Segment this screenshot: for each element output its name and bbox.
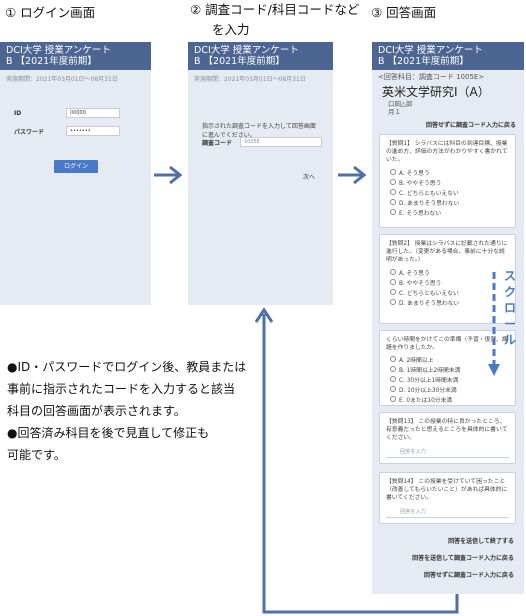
next-button[interactable]: 次へ [303,172,315,181]
radio-icon[interactable] [390,179,396,185]
id-row: ID 00000 [14,108,120,118]
radio-icon[interactable] [390,189,396,195]
scroll-down-arrow-icon [488,272,500,376]
note-1-line1: ●ID・パスワードでログイン後、教員または [7,360,247,374]
radio-icon[interactable] [390,269,396,275]
scroll-label: スクロール [503,269,516,347]
survey-period: 実施期間：2021年03月01日～08月31日 [6,76,118,83]
note-2-line2: 可能です。 [7,448,66,462]
code-row: 調査コード 1005E [202,137,322,147]
note-1-line2: 事前に指示されたコードを入力すると該当 [7,382,236,396]
question-text: 【質問1】 シラバスには科目の到達目標、授業の進め方、評価の方法がわかりやすく書… [386,141,508,163]
id-label: ID [14,109,22,117]
radio-icon[interactable] [390,169,396,175]
step-2-label: ② 調査コード/科目コードなど を入力 [190,0,359,40]
survey-period: 実施期間：2021年03月01日～08月31日 [194,76,306,83]
class-period: 月１ [388,108,401,116]
login-screen: DCI大学 授業アンケート B 【2021年度前期】 実施期間：2021年03月… [0,42,151,305]
option-c[interactable]: C. どちらともいえない [390,187,509,197]
password-label: パスワード [14,128,45,136]
radio-icon[interactable] [390,209,396,215]
app-title: DCI大学 授業アンケート [378,45,483,56]
code-input[interactable]: 1005E [240,137,322,147]
radio-icon[interactable] [390,279,396,285]
app-term: B 【2021年度前期】 [378,56,469,67]
code-entry-screen: DCI大学 授業アンケート B 【2021年度前期】 実施期間：2021年03月… [188,42,333,305]
option-b[interactable]: B. ややそう思う [390,177,509,187]
radio-icon[interactable] [390,199,396,205]
note-2-line1: ●回答済み科目を後で見直して修正も [7,426,210,440]
teacher-name: 口岡△郎 [388,100,413,108]
app-header: DCI大学 授業アンケート B 【2021年度前期】 [188,42,333,70]
step-2-label-line2: を入力 [212,22,250,37]
course-code: <回答科目：調査コード 1005E> [378,73,485,81]
return-to-code-top-button[interactable]: 回答せずに調査コード入力に戻る [372,116,524,132]
login-button[interactable]: ログイン [54,160,98,173]
option-e[interactable]: E. そう思わない [390,207,509,217]
step-3-label: ③ 回答画面 [371,5,437,20]
option-a[interactable]: A. そう思う [390,167,509,177]
return-loop-arrow-icon [255,307,459,614]
app-term: B 【2021年度前期】 [6,56,97,67]
step-1-label: ① ログイン画面 [5,5,96,20]
app-title: DCI大学 授業アンケート [194,45,299,56]
step-2-label-line1: ② 調査コード/科目コードなど [190,2,360,17]
arrow-right-icon [154,165,183,185]
id-input[interactable]: 00000 [66,108,120,118]
note-1-line3: 科目の回答画面が表示されます。 [7,404,186,418]
app-header: DCI大学 授業アンケート B 【2021年度前期】 [0,42,151,70]
code-label: 調査コード [202,139,233,147]
password-row: パスワード ••••••• [14,126,120,136]
arrow-right-icon [338,165,367,185]
question-text: 【質問2】 授業はシラバスに記載された通りに進行した。（変更がある場合、事前に十… [386,241,508,263]
course-name: 英米文学研究Ⅰ（A） [382,85,490,99]
app-term: B 【2021年度前期】 [194,56,285,67]
question-card-1: 【質問1】 シラバスには科目の到達目標、授業の進め方、評価の方法がわかりやすく書… [379,134,516,228]
notes: ●ID・パスワードでログイン後、教員または 事前に指示されたコードを入力すると該… [7,356,255,466]
app-header: DCI大学 授業アンケート B 【2021年度前期】 [372,42,524,70]
option-d[interactable]: D. あまりそう思わない [390,197,509,207]
radio-icon[interactable] [390,289,396,295]
app-title: DCI大学 授業アンケート [6,45,111,56]
q1-options: A. そう思う B. ややそう思う C. どちらともいえない D. あまりそう思… [386,167,509,217]
password-input[interactable]: ••••••• [66,126,120,136]
